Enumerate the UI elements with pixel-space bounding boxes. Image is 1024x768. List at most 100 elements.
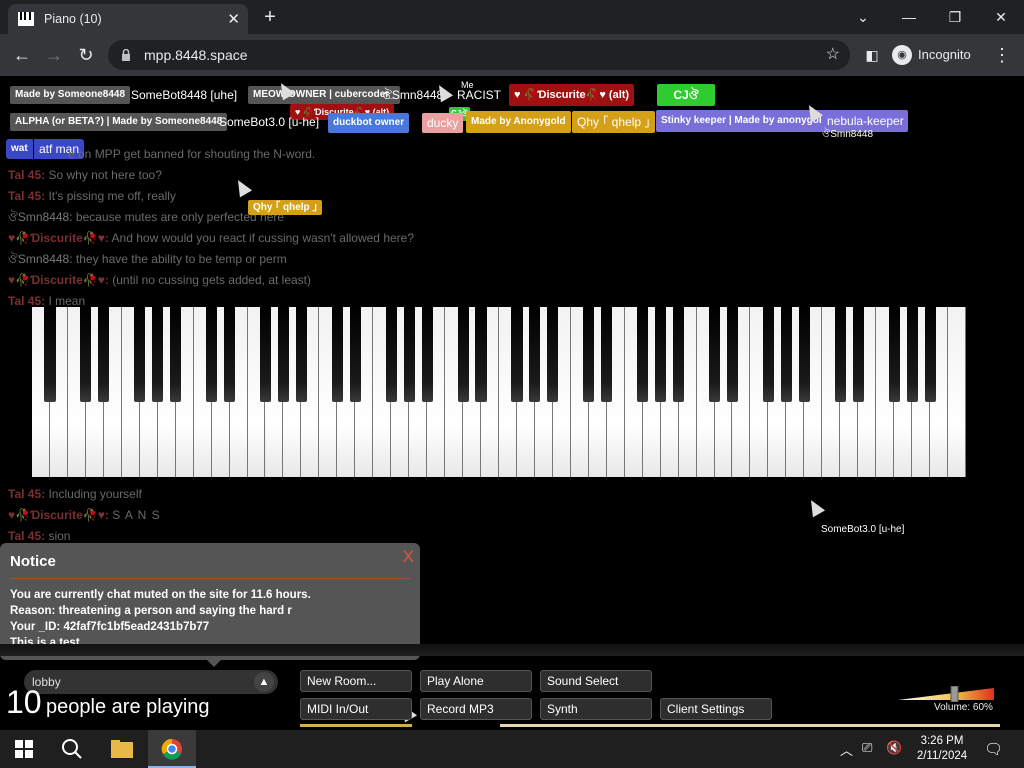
piano-black-key[interactable] xyxy=(762,307,774,402)
piano-black-key[interactable] xyxy=(44,307,56,402)
window-close-button[interactable]: ✕ xyxy=(978,4,1024,30)
piano-black-key[interactable] xyxy=(780,307,792,402)
url-text: mpp.8448.space xyxy=(144,47,248,63)
chat-message: ঔSmn8448: because mutes are only perfect… xyxy=(8,210,285,224)
piano-black-key[interactable] xyxy=(726,307,739,402)
tab-title: Piano (10) xyxy=(44,12,102,26)
play-alone-button[interactable]: Play Alone xyxy=(420,670,532,692)
new-tab-button[interactable]: + xyxy=(258,5,282,29)
piano-black-key[interactable] xyxy=(134,307,146,402)
new-room-button[interactable]: New Room... xyxy=(300,670,412,692)
notice-close-button[interactable]: X xyxy=(403,547,414,567)
piano-black-key[interactable] xyxy=(277,307,290,402)
piano-black-key[interactable] xyxy=(583,307,595,402)
user-name[interactable]: SomeBot3.0 [u-he] xyxy=(219,113,319,131)
user-tag[interactable]: ALPHA (or BETA?) | Made by Someone8448 xyxy=(10,113,228,131)
user-tag[interactable]: MEOW OWNER | cubercoder_ xyxy=(248,86,400,104)
notice-line: Reason: threatening a person and saying … xyxy=(10,605,292,617)
side-panel-icon[interactable]: ◧ xyxy=(860,43,884,67)
piano-black-key[interactable] xyxy=(457,307,469,402)
search-icon[interactable] xyxy=(48,730,96,768)
user-name[interactable]: Qhy ｢ qhelp ｣ xyxy=(572,111,656,133)
piano-keyboard[interactable] xyxy=(32,307,966,477)
piano-black-key[interactable] xyxy=(852,307,864,402)
reload-button[interactable]: ↻ xyxy=(74,43,98,67)
user-tag[interactable]: CJঔ xyxy=(657,84,715,106)
browser-toolbar: ← → ↻ mpp.8448.space ☆ ◧ ◉ Incognito ⋮ xyxy=(0,34,1024,76)
piano-black-key[interactable] xyxy=(888,307,900,402)
user-name[interactable]: RACIST xyxy=(457,86,501,104)
user-name[interactable]: SomeBot8448 [uhe] xyxy=(131,86,237,104)
piano-black-key[interactable] xyxy=(385,307,397,402)
room-expand-icon[interactable]: ▲ xyxy=(254,672,274,692)
user-tag[interactable]: Made by Someone8448 xyxy=(10,86,131,104)
piano-black-key[interactable] xyxy=(547,307,559,402)
bookmark-star-icon[interactable]: ☆ xyxy=(826,40,840,70)
user-name[interactable]: ducky xyxy=(422,113,464,133)
user-tag[interactable]: duckbot owner xyxy=(328,113,410,133)
volume-slider[interactable]: Volume: 60% xyxy=(898,685,994,713)
piano-black-key[interactable] xyxy=(511,307,523,402)
sound-select-button[interactable]: Sound Select xyxy=(540,670,652,692)
piano-black-key[interactable] xyxy=(655,307,667,402)
browser-menu-button[interactable]: ⋮ xyxy=(990,43,1014,67)
piano-black-key[interactable] xyxy=(349,307,361,402)
back-button[interactable]: ← xyxy=(10,43,34,67)
file-explorer-icon[interactable] xyxy=(98,730,146,768)
piano-black-key[interactable] xyxy=(834,307,846,402)
mpp-page: Made by Someone8448 SomeBot8448 [uhe] ME… xyxy=(0,76,1024,730)
address-bar[interactable]: mpp.8448.space ☆ xyxy=(108,40,850,70)
midi-button[interactable]: MIDI In/Out xyxy=(300,698,412,720)
piano-black-key[interactable] xyxy=(673,307,685,402)
piano-black-key[interactable] xyxy=(798,307,810,402)
user-tag-floating[interactable]: Qhy ｢ qhelp ｣ xyxy=(248,200,323,215)
incognito-indicator[interactable]: ◉ Incognito xyxy=(888,40,971,70)
piano-black-key[interactable] xyxy=(924,307,936,402)
piano-black-key[interactable] xyxy=(170,307,182,402)
piano-black-key[interactable] xyxy=(906,307,918,402)
record-mp3-button[interactable]: Record MP3 xyxy=(420,698,532,720)
chat-message: ঔSmn8448: they have the ability to be te… xyxy=(8,252,287,266)
piano-black-key[interactable] xyxy=(152,307,164,402)
piano-black-key[interactable] xyxy=(708,307,721,402)
clock-time: 3:26 PM xyxy=(920,735,964,747)
volume-muted-icon[interactable]: 🔇 xyxy=(886,740,902,756)
user-name-floating[interactable]: ঔSmn8448 xyxy=(822,126,873,144)
lock-icon xyxy=(121,40,131,73)
network-icon[interactable]: ⎚ xyxy=(862,740,872,756)
piano-black-key[interactable] xyxy=(601,307,613,402)
piano-black-key[interactable] xyxy=(295,307,307,402)
piano-black-key[interactable] xyxy=(421,307,433,402)
restore-button[interactable]: ❐ xyxy=(932,4,978,30)
user-name-floating[interactable]: SomeBot3.0 [u-he] xyxy=(821,521,904,539)
piano-black-key[interactable] xyxy=(637,307,649,402)
browser-tab[interactable]: Piano (10) ✕ xyxy=(8,4,248,34)
user-tag[interactable]: ♥ 🥀Ɗiscurite🥀♥ (alt) xyxy=(509,84,635,106)
notice-body: You are currently chat muted on the site… xyxy=(10,587,311,651)
notifications-icon[interactable]: 🗨 xyxy=(984,740,1003,758)
tab-close-icon[interactable]: ✕ xyxy=(227,10,240,28)
piano-black-key[interactable] xyxy=(529,307,541,402)
incognito-label: Incognito xyxy=(918,47,971,62)
piano-black-key[interactable] xyxy=(98,307,110,402)
piano-black-key[interactable] xyxy=(224,307,236,402)
minimize-button[interactable]: — xyxy=(886,4,932,30)
chat-message: e on MPP get banned for shouting the N-w… xyxy=(68,147,316,161)
clock[interactable]: 3:26 PM 2/11/2024 xyxy=(914,734,970,764)
tray-chevron-icon[interactable]: ︿ xyxy=(840,740,853,759)
chrome-taskbar-icon[interactable] xyxy=(148,730,196,768)
piano-white-key[interactable] xyxy=(948,307,966,477)
user-tag[interactable]: Made by Anonygold xyxy=(466,111,571,133)
synth-button[interactable]: Synth xyxy=(540,698,652,720)
tab-search-dropdown-icon[interactable]: ⌄ xyxy=(840,4,886,30)
piano-black-key[interactable] xyxy=(206,307,218,402)
windows-start-icon[interactable] xyxy=(0,730,48,768)
client-settings-button[interactable]: Client Settings xyxy=(660,698,772,720)
piano-black-key[interactable] xyxy=(331,307,343,402)
screen: Piano (10) ✕ + ⌄ — ❐ ✕ ← → ↻ mpp.8448.sp… xyxy=(0,0,1024,768)
piano-black-key[interactable] xyxy=(259,307,272,402)
piano-black-key[interactable] xyxy=(80,307,92,402)
piano-black-key[interactable] xyxy=(403,307,415,402)
piano-black-key[interactable] xyxy=(475,307,487,402)
forward-button[interactable]: → xyxy=(42,43,66,67)
